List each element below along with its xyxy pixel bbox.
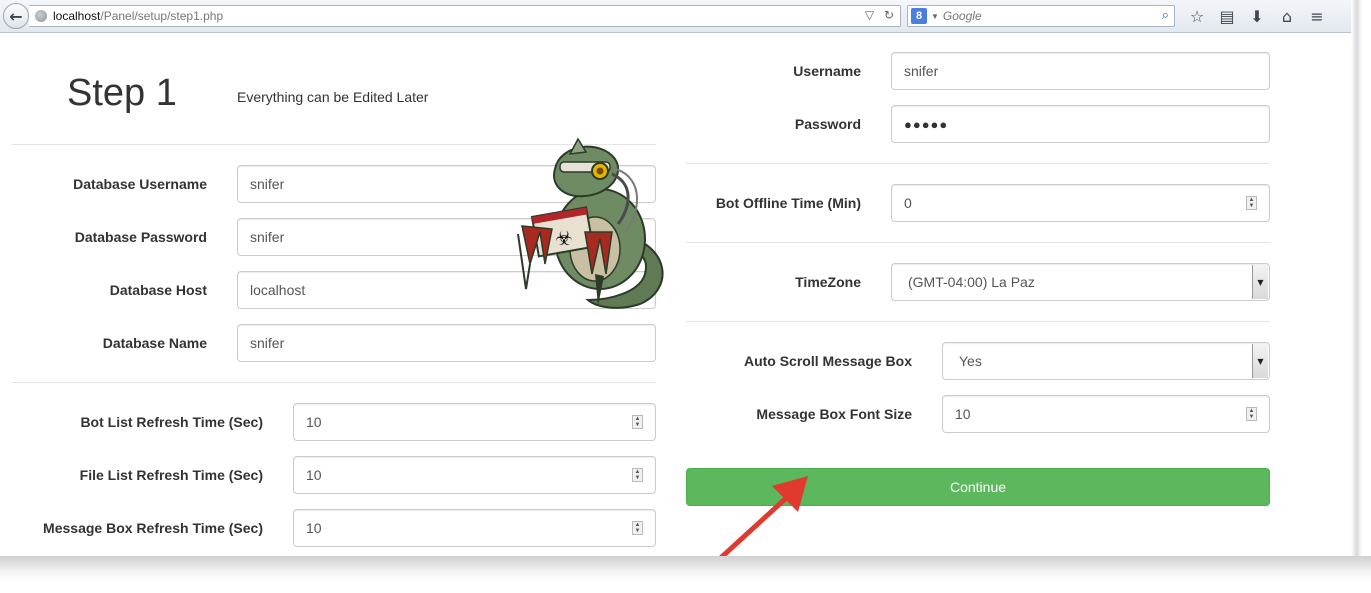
reload-icon[interactable]: ↻ xyxy=(884,8,894,22)
timezone-select[interactable]: (GMT-04:00) La Paz ▼ xyxy=(891,263,1270,301)
db-name-field[interactable]: snifer xyxy=(237,324,656,362)
bot-offline-value: 0 xyxy=(904,195,912,211)
db-username-value: snifer xyxy=(250,176,285,192)
autoscroll-select[interactable]: Yes ▼ xyxy=(942,342,1270,380)
file-list-refresh-value: 10 xyxy=(306,467,322,483)
menu-icon[interactable]: ≡ xyxy=(1305,5,1329,27)
password-value: ●●●●● xyxy=(904,116,949,132)
bot-list-refresh-input[interactable]: 10 ▲ ▼ xyxy=(293,403,656,441)
back-button[interactable]: ← xyxy=(3,3,29,29)
bot-list-refresh-value: 10 xyxy=(306,414,322,430)
torn-edge-right xyxy=(1351,0,1371,593)
username-field[interactable]: snifer xyxy=(891,52,1270,90)
spinner-icon[interactable]: ▲ ▼ xyxy=(632,468,643,482)
select-dropdown-icon[interactable]: ▼ xyxy=(1252,265,1268,299)
url-path: /Panel/setup/step1.php xyxy=(100,9,224,23)
divider xyxy=(12,382,656,383)
engine-dropdown-icon[interactable]: ▼ xyxy=(931,12,939,21)
spinner-icon[interactable]: ▲ ▼ xyxy=(1246,407,1257,421)
lizard-mascot-image: ☣ xyxy=(517,137,664,309)
file-list-refresh-label: File List Refresh Time (Sec) xyxy=(79,467,263,483)
setup-page: Step 1 Everything can be Edited Later Da… xyxy=(0,34,1351,593)
username-value: snifer xyxy=(904,63,939,79)
url-tools: ▽ ↻ xyxy=(859,8,894,22)
search-bar[interactable]: 8 ▼ Google ⌕ xyxy=(907,5,1175,27)
home-icon[interactable]: ⌂ xyxy=(1275,5,1299,27)
divider xyxy=(686,242,1270,243)
db-name-value: snifer xyxy=(250,335,285,351)
select-dropdown-icon[interactable]: ▼ xyxy=(1252,344,1268,378)
username-label: Username xyxy=(793,63,861,79)
message-box-refresh-label: Message Box Refresh Time (Sec) xyxy=(43,520,263,536)
svg-text:☣: ☣ xyxy=(555,226,573,250)
font-size-input[interactable]: 10 ▲ ▼ xyxy=(942,395,1270,433)
bookmark-star-icon[interactable]: ☆ xyxy=(1185,5,1209,27)
font-size-value: 10 xyxy=(955,406,971,422)
toolbar-icons: ☆ ▤ ⬇ ⌂ ≡ xyxy=(1185,5,1335,27)
password-field[interactable]: ●●●●● xyxy=(891,105,1270,143)
db-password-label: Database Password xyxy=(74,229,207,245)
db-password-value: snifer xyxy=(250,229,285,245)
url-host: localhost xyxy=(53,9,101,23)
db-host-value: localhost xyxy=(250,282,306,298)
timezone-label: TimeZone xyxy=(795,274,861,290)
divider xyxy=(686,321,1270,322)
spinner-icon[interactable]: ▲ ▼ xyxy=(632,415,643,429)
search-input[interactable]: Google xyxy=(943,9,982,23)
file-list-refresh-input[interactable]: 10 ▲ ▼ xyxy=(293,456,656,494)
password-label: Password xyxy=(794,116,861,132)
dropdown-icon[interactable]: ▽ xyxy=(865,8,874,22)
downloads-icon[interactable]: ⬇ xyxy=(1245,5,1269,27)
message-box-refresh-value: 10 xyxy=(306,520,322,536)
divider xyxy=(686,163,1270,164)
timezone-selected: (GMT-04:00) La Paz xyxy=(908,274,1035,290)
bot-list-refresh-label: Bot List Refresh Time (Sec) xyxy=(80,414,263,430)
page-subtitle: Everything can be Edited Later xyxy=(237,89,429,105)
back-arrow-icon: ← xyxy=(9,6,23,26)
bot-offline-input[interactable]: 0 ▲ ▼ xyxy=(891,184,1270,222)
address-bar[interactable]: localhost/Panel/setup/step1.php ▽ ↻ xyxy=(29,5,901,27)
message-box-refresh-input[interactable]: 10 ▲ ▼ xyxy=(293,509,656,547)
spinner-icon[interactable]: ▲ ▼ xyxy=(1246,196,1257,210)
db-username-label: Database Username xyxy=(73,176,207,192)
bookmarks-list-icon[interactable]: ▤ xyxy=(1215,5,1239,27)
search-engine-logo[interactable]: 8 xyxy=(911,8,927,24)
autoscroll-selected: Yes xyxy=(959,353,982,369)
globe-icon xyxy=(35,10,47,22)
spinner-icon[interactable]: ▲ ▼ xyxy=(632,521,643,535)
torn-edge-bottom xyxy=(0,556,1371,593)
font-size-label: Message Box Font Size xyxy=(756,406,912,422)
page-title: Step 1 xyxy=(67,72,177,114)
autoscroll-label: Auto Scroll Message Box xyxy=(743,353,912,369)
search-icon[interactable]: ⌕ xyxy=(1162,8,1169,23)
bot-offline-label: Bot Offline Time (Min) xyxy=(715,195,861,211)
browser-toolbar: ← localhost/Panel/setup/step1.php ▽ ↻ 8 … xyxy=(0,0,1351,33)
db-host-label: Database Host xyxy=(109,282,207,298)
db-name-label: Database Name xyxy=(102,335,207,351)
